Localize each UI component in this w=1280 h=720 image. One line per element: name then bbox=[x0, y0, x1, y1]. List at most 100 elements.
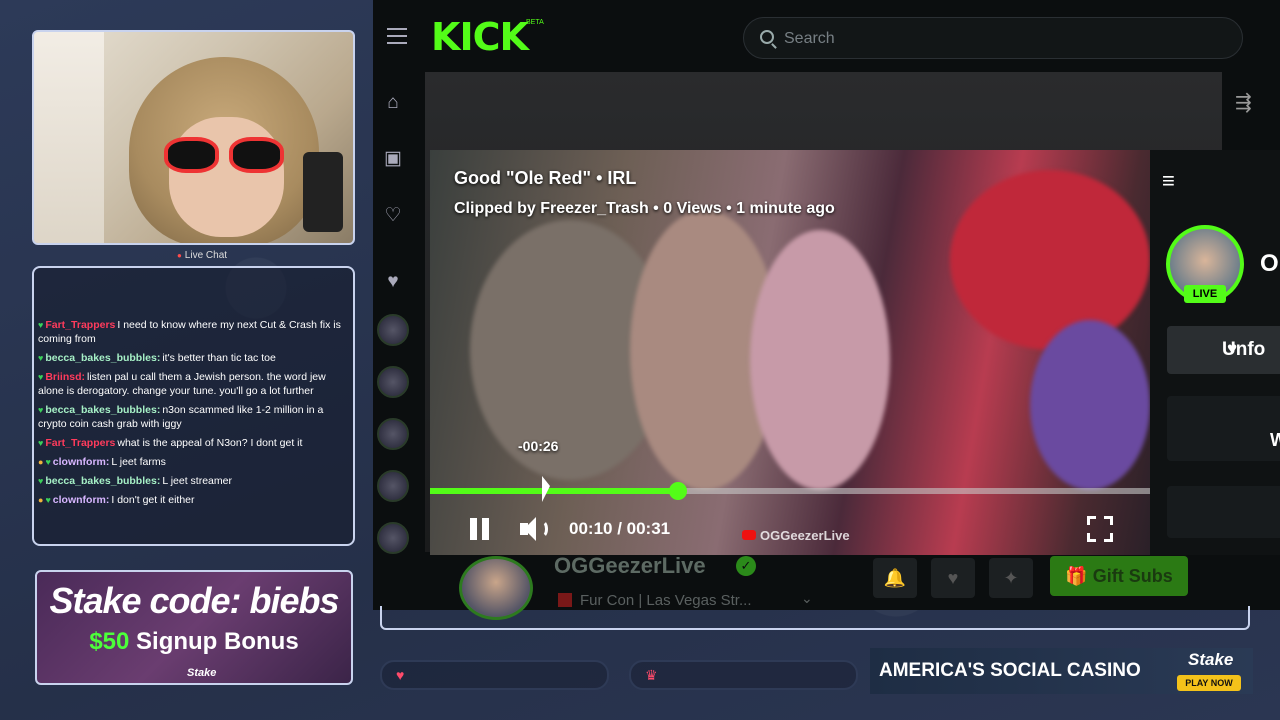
mod-badge-icon: ● bbox=[38, 495, 44, 505]
chat-message: ♥ becca_bakes_bubbles: n3on scammed like 1… bbox=[38, 403, 347, 431]
side-nav: ⌂ ▣ ♡ ♥ bbox=[373, 72, 413, 610]
kick-frame-border bbox=[380, 606, 1250, 630]
heart-icon: ♥ bbox=[396, 667, 405, 683]
chat-username[interactable]: clownform: bbox=[53, 494, 110, 506]
chat-message: ♥ becca_bakes_bubbles: it's better than ti… bbox=[38, 351, 347, 365]
search-input[interactable] bbox=[784, 28, 1204, 50]
sidebar-channel-avatar[interactable] bbox=[377, 366, 409, 398]
volume-icon[interactable] bbox=[520, 516, 550, 542]
category-icon bbox=[558, 593, 572, 607]
search-icon bbox=[760, 30, 774, 44]
collapse-chat-icon[interactable]: ⇶ bbox=[1235, 90, 1252, 115]
heart-icon[interactable]: ♥ bbox=[382, 271, 404, 293]
chat-username[interactable]: Fart_Trappers bbox=[45, 319, 115, 331]
verified-badge-icon: ♥ bbox=[38, 353, 44, 363]
stake-logo: Stake bbox=[187, 667, 217, 679]
webcam-background-door bbox=[34, 32, 104, 243]
youtube-icon bbox=[742, 530, 756, 540]
verified-badge-icon: ♥ bbox=[38, 320, 44, 330]
sidebar-channel-avatar[interactable] bbox=[377, 522, 409, 554]
stake-ad-code: Stake code: biebs bbox=[49, 580, 339, 621]
casino-ad-banner: AMERICA'S SOCIAL CASINO Stake PLAY NOW bbox=[870, 648, 1253, 694]
gift-icon: 🎁 bbox=[1065, 566, 1093, 586]
channel-name[interactable]: OGGeezerLive bbox=[554, 553, 706, 579]
panel-section bbox=[1167, 486, 1280, 538]
crown-icon: ♛ bbox=[645, 667, 658, 683]
live-dot-icon: ● bbox=[176, 251, 182, 260]
verified-badge-icon: ♥ bbox=[45, 495, 51, 505]
clip-video-player[interactable]: Good "Ole Red" • IRL Clipped by Freezer_… bbox=[430, 150, 1150, 555]
webcam-person-sunglasses bbox=[164, 137, 284, 175]
chat-message: ♥ Fart_Trappers what is the appeal of N3on… bbox=[38, 436, 347, 450]
gift-subs-button[interactable]: 🎁 Gift Subs bbox=[1050, 556, 1188, 596]
webcam-person-face bbox=[169, 117, 284, 237]
kick-logo[interactable]: KICK bbox=[431, 15, 529, 59]
mod-badge-icon: ● bbox=[38, 457, 44, 467]
mouse-cursor-icon bbox=[542, 476, 550, 502]
verified-badge-icon: ♥ bbox=[38, 438, 44, 448]
channel-watermark: OGGeezerLive bbox=[742, 528, 850, 543]
chat-username[interactable]: becca_bakes_bubbles: bbox=[45, 404, 160, 416]
chat-text: it's better than tic tac toe bbox=[162, 352, 276, 364]
kick-beta-label: BETA bbox=[526, 19, 544, 26]
progress-handle[interactable] bbox=[669, 482, 688, 500]
scrub-tooltip: -00:26 bbox=[518, 438, 559, 454]
channel-side-panel: ≡ LIVE O ♥Unfo Wa bbox=[1150, 150, 1280, 555]
verified-badge-icon: ♥ bbox=[38, 476, 44, 486]
pause-button[interactable] bbox=[468, 516, 494, 542]
panel-section-label: Wa bbox=[1270, 430, 1280, 450]
channel-name-partial: O bbox=[1260, 250, 1279, 277]
chat-text: I don't get it either bbox=[111, 494, 195, 506]
chat-message: ● ♥ clownform: L jeet farms bbox=[38, 455, 347, 469]
verified-badge-icon: ♥ bbox=[38, 372, 44, 382]
kick-header: KICK BETA bbox=[373, 0, 1280, 72]
verified-badge-icon: ♥ bbox=[45, 457, 51, 467]
chat-text: what is the appeal of N3on? I dont get i… bbox=[117, 437, 303, 449]
chat-message: ♥ Fart_Trappers I need to know where my ne… bbox=[38, 318, 347, 346]
verified-badge-icon: ♥ bbox=[38, 405, 44, 415]
follow-heart-button[interactable]: ♥ bbox=[931, 558, 975, 598]
unfollow-button[interactable]: ♥ Unfo bbox=[1167, 326, 1280, 374]
verified-check-icon: ✓ bbox=[736, 556, 756, 576]
casino-ad-text: AMERICA'S SOCIAL CASINO bbox=[879, 660, 1141, 681]
sidebar-channel-avatar[interactable] bbox=[377, 470, 409, 502]
chat-message: ● ♥ clownform: I don't get it either bbox=[38, 493, 347, 507]
clip-title: Good "Ole Red" • IRL bbox=[454, 168, 637, 188]
hamburger-menu-icon[interactable] bbox=[387, 28, 407, 44]
stake-ad-banner: Stake code: biebs $50 Signup Bonus Stake bbox=[35, 570, 353, 685]
webcam-feed bbox=[32, 30, 355, 245]
chat-text: L jeet streamer bbox=[162, 475, 232, 487]
time-display: 00:10 / 00:31 bbox=[569, 519, 671, 538]
panel-section bbox=[1167, 396, 1280, 461]
browse-icon[interactable]: ▣ bbox=[382, 148, 404, 170]
live-badge: LIVE bbox=[1184, 285, 1226, 303]
search-bar[interactable] bbox=[743, 17, 1243, 59]
sidebar-channel-avatar[interactable] bbox=[377, 418, 409, 450]
chat-username[interactable]: Briinsd: bbox=[45, 371, 85, 383]
sub-goal-bar: ♛ bbox=[629, 660, 858, 690]
progress-fill bbox=[430, 488, 679, 494]
home-icon[interactable]: ⌂ bbox=[382, 92, 404, 114]
chat-username[interactable]: clownform: bbox=[53, 456, 110, 468]
chat-panel: ♥ Fart_Trappers I need to know where my ne… bbox=[32, 266, 355, 546]
live-chat-label: ● Live Chat bbox=[176, 250, 228, 261]
channel-info-bar: OGGeezerLive ✓ Fur Con | Las Vegas Str..… bbox=[453, 548, 1193, 620]
panel-menu-icon[interactable]: ≡ bbox=[1162, 168, 1175, 194]
fullscreen-icon[interactable] bbox=[1087, 516, 1113, 542]
follower-goal-bar: ♥ bbox=[380, 660, 609, 690]
stake-ad-bonus: $50 Signup Bonus bbox=[89, 628, 299, 655]
play-now-button: PLAY NOW bbox=[1177, 675, 1241, 691]
stake-logo: Stake bbox=[1188, 650, 1234, 669]
chat-message: ♥ Briinsd: listen pal u call them a Jewish… bbox=[38, 370, 347, 398]
chevron-down-icon[interactable]: ⌄ bbox=[801, 590, 813, 607]
chat-username[interactable]: becca_bakes_bubbles: bbox=[45, 352, 160, 364]
progress-bar[interactable] bbox=[430, 482, 1150, 500]
clip-subtitle: Clipped by Freezer_Trash • 0 Views • 1 m… bbox=[454, 200, 835, 217]
sparkle-button[interactable]: ✦ bbox=[989, 558, 1033, 598]
notification-bell-button[interactable]: 🔔 bbox=[873, 558, 917, 598]
chat-text: L jeet farms bbox=[111, 456, 166, 468]
following-icon[interactable]: ♡ bbox=[382, 205, 404, 227]
chat-username[interactable]: Fart_Trappers bbox=[45, 437, 115, 449]
sidebar-channel-avatar[interactable] bbox=[377, 314, 409, 346]
chat-username[interactable]: becca_bakes_bubbles: bbox=[45, 475, 160, 487]
